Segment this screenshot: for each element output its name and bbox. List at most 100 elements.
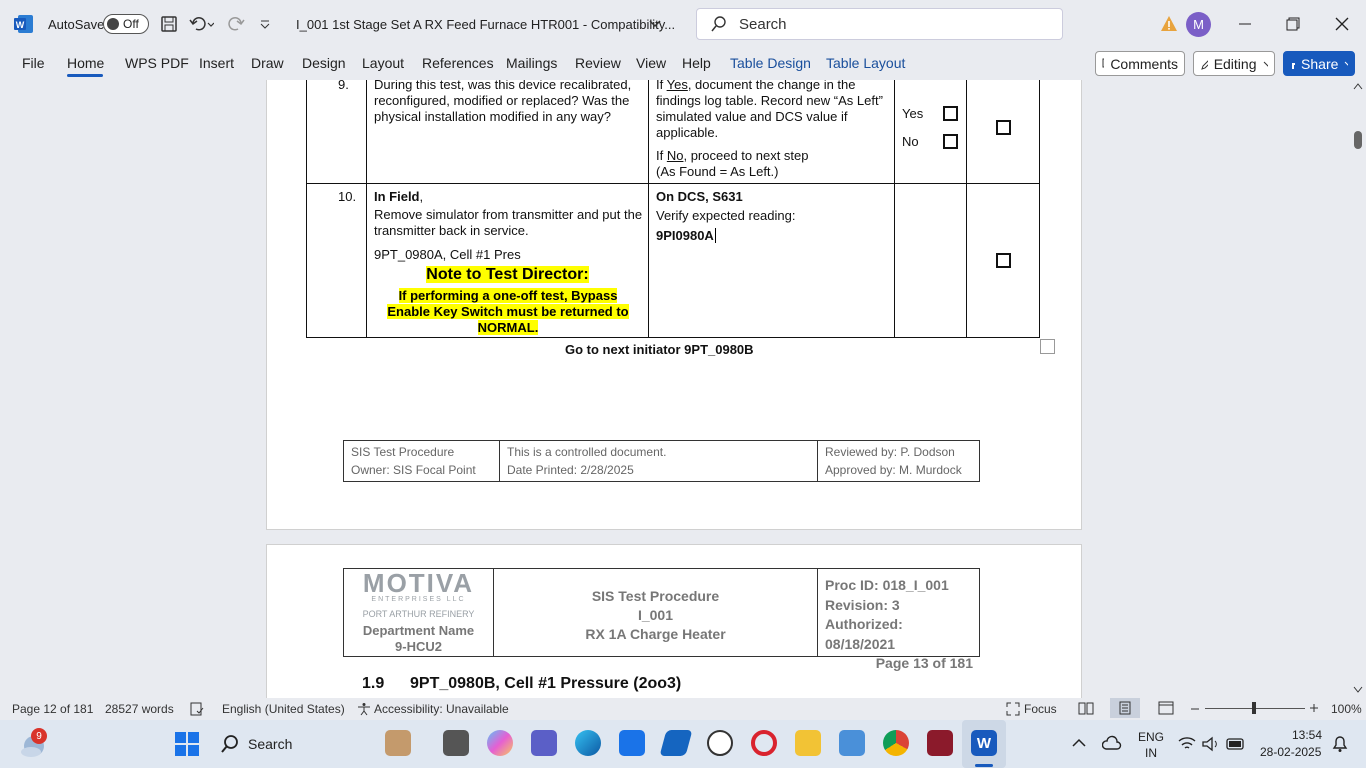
edge-icon[interactable] xyxy=(575,730,601,756)
windows-start-icon[interactable] xyxy=(175,732,199,756)
tab-file[interactable]: File xyxy=(22,55,45,71)
language[interactable]: English (United States) xyxy=(222,702,345,716)
photos-icon[interactable] xyxy=(839,730,865,756)
word-count[interactable]: 28527 words xyxy=(105,702,174,716)
section-title: 9PT_0980B, Cell #1 Pressure (2oo3) xyxy=(410,675,682,692)
scroll-up-icon[interactable] xyxy=(1353,82,1363,90)
accessibility-icon[interactable] xyxy=(357,702,371,716)
title-chevron-down-icon[interactable] xyxy=(648,0,662,48)
task-view-icon[interactable] xyxy=(443,730,469,756)
volume-icon[interactable] xyxy=(1202,736,1220,752)
tray-chevron-up-icon[interactable] xyxy=(1072,738,1086,748)
comments-button[interactable]: Comments xyxy=(1095,51,1185,76)
scroll-down-icon[interactable] xyxy=(1353,686,1363,694)
clock-time[interactable]: 13:54 xyxy=(1292,728,1322,742)
search-box[interactable]: Search xyxy=(696,8,1063,40)
footer-cell-owner: SIS Test Procedure Owner: SIS Focal Point xyxy=(343,440,500,482)
app-people-icon[interactable] xyxy=(385,730,411,756)
wifi-icon[interactable] xyxy=(1178,736,1196,752)
row10-description: Remove simulator from transmitter and pu… xyxy=(374,207,643,238)
document-title[interactable]: I_001 1st Stage Set A RX Feed Furnace HT… xyxy=(296,0,675,48)
page-footer-table: SIS Test Procedure Owner: SIS Focal Point… xyxy=(343,440,980,482)
no-label: No xyxy=(902,134,919,149)
logo-wordmark: MOTIVA xyxy=(362,568,475,598)
notification-bell-icon[interactable] xyxy=(1331,735,1349,753)
tab-wps-pdf[interactable]: WPS PDF xyxy=(125,55,189,71)
web-layout-icon[interactable] xyxy=(1158,701,1174,715)
section-number: 1.9 xyxy=(362,675,385,692)
header-divider xyxy=(817,568,818,657)
cloud-icon[interactable] xyxy=(1102,735,1122,753)
chrome-icon[interactable] xyxy=(883,730,909,756)
minimize-icon[interactable] xyxy=(1238,0,1252,48)
lang-secondary[interactable]: IN xyxy=(1145,746,1157,760)
lang-primary[interactable]: ENG xyxy=(1138,730,1164,744)
taskbar-search-icon[interactable] xyxy=(221,735,239,753)
copilot-icon[interactable] xyxy=(487,730,513,756)
no-checkbox[interactable] xyxy=(943,134,958,149)
dcs-tag[interactable]: 9PI0980A xyxy=(656,228,714,244)
autosave-toggle[interactable]: Off xyxy=(103,14,149,34)
powerautomate-icon[interactable] xyxy=(659,730,693,756)
vertical-scrollbar[interactable] xyxy=(1350,80,1366,698)
tab-layout[interactable]: Layout xyxy=(362,55,404,71)
table-col-divider xyxy=(648,80,649,338)
tab-review[interactable]: Review xyxy=(575,55,621,71)
undo-icon[interactable] xyxy=(188,0,214,48)
dcs-verify: Verify expected reading: xyxy=(656,208,796,223)
scroll-thumb[interactable] xyxy=(1354,131,1362,149)
taskbar-search-label[interactable]: Search xyxy=(248,736,292,752)
tab-view[interactable]: View xyxy=(636,55,666,71)
page-count[interactable]: Page 12 of 181 xyxy=(12,702,93,716)
tab-references[interactable]: References xyxy=(422,55,494,71)
opera-icon[interactable] xyxy=(751,730,777,756)
zoom-slider-thumb[interactable] xyxy=(1252,702,1256,714)
clock-date[interactable]: 28-02-2025 xyxy=(1260,745,1321,759)
table-col-divider xyxy=(894,80,895,338)
dept-label: Department Name xyxy=(362,623,475,638)
tab-table-layout[interactable]: Table Layout xyxy=(826,55,905,71)
tab-draw[interactable]: Draw xyxy=(251,55,284,71)
row10-verify-checkbox[interactable] xyxy=(996,253,1011,268)
tab-design[interactable]: Design xyxy=(302,55,346,71)
read-mode-icon[interactable] xyxy=(1078,701,1094,715)
battery-icon[interactable] xyxy=(1226,737,1246,751)
teams-icon[interactable] xyxy=(531,730,557,756)
editing-mode-button[interactable]: Editing xyxy=(1193,51,1275,76)
zoom-in-icon[interactable] xyxy=(1309,703,1319,713)
file-explorer-icon[interactable] xyxy=(795,730,821,756)
tab-home[interactable]: Home xyxy=(67,55,104,71)
zoom-level[interactable]: 100% xyxy=(1331,702,1362,716)
focus-icon[interactable] xyxy=(1006,702,1020,716)
focus-mode[interactable]: Focus xyxy=(1024,702,1057,716)
dcs-title: On DCS, S631 xyxy=(656,189,743,204)
document-canvas[interactable]: 9. During this test, was this device rec… xyxy=(0,80,1350,698)
redo-icon[interactable] xyxy=(228,0,246,48)
tab-help[interactable]: Help xyxy=(682,55,711,71)
close-icon[interactable] xyxy=(1335,0,1349,48)
save-icon[interactable] xyxy=(160,0,178,48)
yes-checkbox[interactable] xyxy=(943,106,958,121)
dept-value: 9-HCU2 xyxy=(395,639,442,654)
tab-table-design[interactable]: Table Design xyxy=(730,55,811,71)
tab-mailings[interactable]: Mailings xyxy=(506,55,557,71)
customize-qat-icon[interactable] xyxy=(258,0,272,48)
dell-icon[interactable] xyxy=(707,730,733,756)
store-icon[interactable] xyxy=(619,730,645,756)
toggle-knob xyxy=(107,18,119,30)
share-button[interactable]: Share xyxy=(1283,51,1355,76)
user-avatar[interactable]: M xyxy=(1186,11,1211,37)
row9-verify-checkbox[interactable] xyxy=(996,120,1011,135)
warning-icon[interactable] xyxy=(1160,0,1178,48)
app-red-icon[interactable] xyxy=(927,730,953,756)
table-resize-handle[interactable] xyxy=(1040,339,1055,354)
refinery-name: PORT ARTHUR REFINERY xyxy=(362,609,475,619)
tab-insert[interactable]: Insert xyxy=(199,55,234,71)
word-taskbar-icon[interactable]: W xyxy=(971,730,997,756)
zoom-out-icon[interactable] xyxy=(1190,704,1200,714)
proofing-icon[interactable] xyxy=(190,702,204,716)
row10-number: 10. xyxy=(338,189,357,204)
restore-icon[interactable] xyxy=(1286,0,1300,48)
print-layout-icon[interactable] xyxy=(1118,701,1132,715)
accessibility-status[interactable]: Accessibility: Unavailable xyxy=(374,702,509,716)
